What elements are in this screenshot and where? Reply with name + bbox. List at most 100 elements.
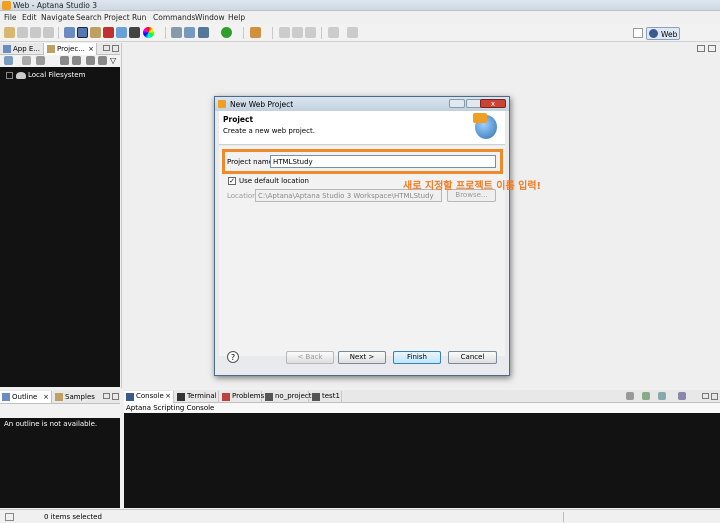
save-icon[interactable] bbox=[17, 27, 28, 38]
tab-test1[interactable]: test1 bbox=[310, 391, 342, 403]
app-explorer-icon[interactable] bbox=[77, 27, 88, 38]
display-console-icon[interactable] bbox=[658, 392, 666, 400]
external-tools-icon[interactable] bbox=[250, 27, 261, 38]
menu-edit[interactable]: Edit bbox=[22, 13, 37, 22]
minimize-icon[interactable] bbox=[697, 45, 705, 52]
project-name-input[interactable]: HTMLStudy bbox=[270, 155, 496, 168]
forward-nav-icon[interactable] bbox=[347, 27, 358, 38]
app-explorer-tab-icon bbox=[3, 45, 11, 53]
dialog-app-icon bbox=[218, 100, 226, 108]
print-icon[interactable] bbox=[43, 27, 54, 38]
project-explorer-icon[interactable] bbox=[90, 27, 101, 38]
mark-icon[interactable] bbox=[292, 27, 303, 38]
minimize-icon[interactable] bbox=[103, 45, 110, 51]
minimize-icon[interactable] bbox=[702, 393, 709, 399]
settings-icon[interactable] bbox=[36, 56, 45, 65]
terminal-tab-icon bbox=[312, 393, 320, 401]
tab-project-explorer[interactable]: Projec... × bbox=[43, 43, 97, 55]
terminal-tab-icon bbox=[265, 393, 273, 401]
menu-navigate[interactable]: Navigate bbox=[41, 13, 75, 22]
task-icon[interactable] bbox=[305, 27, 316, 38]
maximize-icon[interactable] bbox=[708, 45, 716, 52]
tab-samples[interactable]: Samples bbox=[53, 391, 95, 403]
next-button[interactable]: Next > bbox=[338, 351, 386, 364]
maximize-icon[interactable] bbox=[711, 393, 718, 400]
layout-icon[interactable] bbox=[64, 27, 75, 38]
publish-icon[interactable] bbox=[184, 27, 195, 38]
menu-bar: File Edit Navigate Search Project Run Co… bbox=[0, 11, 720, 24]
window-title: Web - Aptana Studio 3 bbox=[13, 1, 98, 10]
terminal-icon[interactable] bbox=[129, 27, 140, 38]
upload-icon[interactable] bbox=[86, 56, 95, 65]
back-button[interactable]: < Back bbox=[286, 351, 334, 364]
tab-label: Problems bbox=[232, 392, 265, 400]
maximize-icon[interactable] bbox=[112, 45, 119, 52]
toolbar-separator bbox=[243, 27, 244, 39]
new-icon[interactable] bbox=[4, 27, 15, 38]
download-icon[interactable] bbox=[98, 56, 107, 65]
maximize-icon[interactable] bbox=[112, 393, 119, 400]
web-perspective-icon bbox=[649, 29, 658, 38]
home-icon[interactable] bbox=[103, 27, 114, 38]
menu-project[interactable]: Project bbox=[104, 13, 130, 22]
link-icon[interactable] bbox=[60, 56, 69, 65]
deploy-icon[interactable] bbox=[171, 27, 182, 38]
fast-view-icon[interactable] bbox=[5, 513, 14, 521]
menu-help[interactable]: Help bbox=[228, 13, 245, 22]
tab-outline[interactable]: Outline × bbox=[0, 391, 52, 403]
sync-icon[interactable] bbox=[72, 56, 81, 65]
back-nav-icon[interactable] bbox=[328, 27, 339, 38]
dialog-titlebar: New Web Project x bbox=[215, 97, 509, 111]
perspective-web-button[interactable]: Web bbox=[646, 27, 680, 40]
project-explorer-tab-icon bbox=[47, 45, 55, 53]
minimize-icon[interactable] bbox=[103, 393, 110, 399]
console-output[interactable] bbox=[124, 413, 720, 508]
expand-icon[interactable] bbox=[6, 72, 13, 79]
tab-terminal[interactable]: Terminal bbox=[175, 391, 219, 403]
annotation-text: 새로 지정할 프로젝트 이름 입력! bbox=[403, 181, 542, 192]
outline-content: An outline is not available. bbox=[0, 418, 120, 508]
help-icon[interactable]: ? bbox=[227, 351, 239, 363]
tab-console[interactable]: Console × bbox=[124, 391, 174, 403]
theme-icon[interactable] bbox=[143, 27, 154, 38]
use-default-location-checkbox[interactable]: ✓ bbox=[228, 177, 236, 185]
menu-run[interactable]: Run bbox=[132, 13, 146, 22]
pin-console-icon[interactable] bbox=[642, 392, 650, 400]
menu-commands[interactable]: Commands bbox=[153, 13, 195, 22]
new-web-project-dialog: New Web Project x Project Create a new w… bbox=[214, 96, 510, 376]
close-icon[interactable]: × bbox=[88, 43, 94, 55]
console-header: Aptana Scripting Console bbox=[124, 403, 720, 413]
tab-label: Terminal bbox=[187, 392, 217, 400]
menu-window[interactable]: Window bbox=[195, 13, 225, 22]
main-toolbar: Web bbox=[0, 24, 720, 42]
use-default-location-label[interactable]: Use default location bbox=[239, 177, 309, 185]
menu-file[interactable]: File bbox=[4, 13, 17, 22]
web-project-globe-icon bbox=[473, 113, 497, 139]
finish-button[interactable]: Finish bbox=[393, 351, 441, 364]
banner-description: Create a new web project. bbox=[223, 127, 315, 135]
debug-icon[interactable] bbox=[198, 27, 209, 38]
close-icon[interactable]: × bbox=[165, 391, 171, 402]
filter-icon[interactable] bbox=[22, 56, 31, 65]
edit-icon[interactable] bbox=[279, 27, 290, 38]
dialog-minimize-button[interactable] bbox=[449, 99, 465, 108]
dialog-title: New Web Project bbox=[230, 100, 294, 109]
window-titlebar: Web - Aptana Studio 3 bbox=[0, 0, 720, 11]
tab-no-project[interactable]: no_project bbox=[263, 391, 312, 403]
left-panel-toolbar: ▽ bbox=[0, 55, 120, 67]
view-menu-icon[interactable]: ▽ bbox=[110, 56, 116, 65]
open-console-icon[interactable] bbox=[678, 392, 686, 400]
clear-console-icon[interactable] bbox=[626, 392, 634, 400]
open-perspective-icon[interactable] bbox=[633, 28, 643, 38]
dialog-close-button[interactable]: x bbox=[480, 99, 506, 108]
bundle-icon[interactable] bbox=[116, 27, 127, 38]
tab-label: test1 bbox=[322, 392, 340, 400]
project-icon[interactable] bbox=[4, 56, 13, 65]
toolbar-separator bbox=[321, 27, 322, 39]
menu-search[interactable]: Search bbox=[76, 13, 102, 22]
close-icon[interactable]: × bbox=[43, 391, 49, 403]
save-all-icon[interactable] bbox=[30, 27, 41, 38]
cancel-button[interactable]: Cancel bbox=[448, 351, 497, 364]
run-icon[interactable] bbox=[221, 27, 232, 38]
tab-problems[interactable]: Problems bbox=[220, 391, 265, 403]
